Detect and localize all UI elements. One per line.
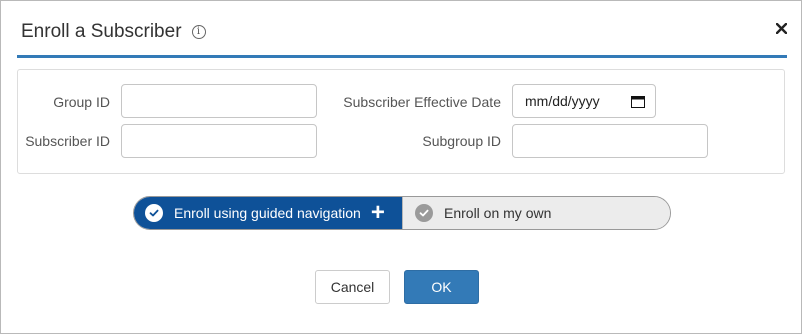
guided-navigation-label: Enroll using guided navigation <box>174 205 361 221</box>
group-id-input[interactable] <box>121 84 317 118</box>
ok-button[interactable]: OK <box>404 270 479 304</box>
close-icon <box>775 22 787 34</box>
subgroup-id-label: Subgroup ID <box>422 133 501 149</box>
date-placeholder: mm/dd/yyyy <box>525 93 600 109</box>
enroll-subscriber-dialog: Enroll a Subscriber i Group ID Subscribe… <box>0 0 802 334</box>
enroll-mode-toggle: Enroll using guided navigation + Enroll … <box>133 196 671 230</box>
group-id-label: Group ID <box>53 94 110 110</box>
info-icon[interactable]: i <box>191 25 206 39</box>
subscriber-id-input[interactable] <box>121 124 317 158</box>
check-circle-icon <box>145 204 163 222</box>
guided-navigation-option[interactable]: Enroll using guided navigation + <box>134 197 402 229</box>
dialog-title-row: Enroll a Subscriber i <box>21 21 206 43</box>
effective-date-input[interactable]: mm/dd/yyyy <box>512 84 656 118</box>
dialog-title: Enroll a Subscriber <box>21 21 182 42</box>
subscriber-form-panel: Group ID Subscriber ID Subscriber Effect… <box>17 69 785 174</box>
enroll-on-own-label: Enroll on my own <box>444 205 552 221</box>
calendar-icon[interactable] <box>631 95 645 108</box>
check-circle-icon <box>415 204 433 222</box>
subgroup-id-input[interactable] <box>512 124 708 158</box>
effective-date-label: Subscriber Effective Date <box>343 94 501 110</box>
plus-icon: + <box>370 199 385 226</box>
subscriber-id-label: Subscriber ID <box>25 133 110 149</box>
dialog-header: Enroll a Subscriber i <box>20 1 791 58</box>
close-button[interactable] <box>771 18 791 38</box>
enroll-on-own-option[interactable]: Enroll on my own <box>402 197 670 229</box>
header-divider <box>17 55 787 58</box>
cancel-button[interactable]: Cancel <box>315 270 390 304</box>
